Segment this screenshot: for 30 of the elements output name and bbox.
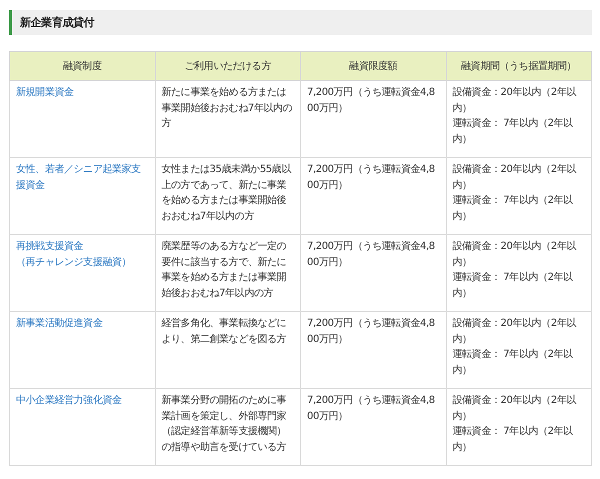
section-heading: 新企業育成貸付 [9,10,592,35]
term-text: 運転資金： 7年以内（2年以内） [452,116,574,146]
term-text: 設備資金：20年以内（2年以内） [452,86,578,116]
term-text: 設備資金：20年以内（2年以内） [452,394,578,424]
term-text: 運転資金： 7年以内（2年以内） [452,270,574,300]
program-link[interactable]: 中小企業経営力強化資金 [16,393,150,408]
program-link[interactable]: （再チャレンジ支援融資） [16,254,150,270]
column-header: 融資限度額 [300,52,446,80]
table-cell: 新たに事業を始める方または事業開始後おおむね7年以内の方 [155,80,300,158]
term-text: 設備資金：20年以内（2年以内） [452,316,578,346]
program-link[interactable]: 新事業活動促進資金 [16,316,150,332]
table-cell: 7,200万円（うち運転資金4,800万円） [300,158,446,234]
table-cell: 女性または35歳未満か55歳以上の方であって、新たに事業を始める方または事業開始後おおむね7年以内の方 [155,158,300,234]
table-cell: 7,200万円（うち運転資金4,800万円） [300,234,446,312]
table-cell: 廃業歴等のある方など一定の要件に該当する方で、新たに事業を始める方または事業開始後おおむね7年以内の方 [155,234,300,312]
term-text: 運転資金： 7年以内（2年以内） [452,194,574,224]
column-header: 融資期間（うち据置期間） [446,52,592,80]
program-link[interactable]: 新規開業資金 [16,85,150,100]
column-header: ご利用いただける方 [155,52,300,80]
term-text: 設備資金：20年以内（2年以内） [452,162,578,192]
column-header: 融資制度 [10,52,155,80]
term-text: 運転資金： 7年以内（2年以内） [452,424,574,454]
table-cell: 7,200万円（うち運転資金4,800万円） [300,312,446,388]
table-cell: 7,200万円（うち運転資金4,800万円） [300,388,446,466]
table-cell: 経営多角化、事業転換などにより、第二創業などを図る方 [155,312,300,388]
table-cell: 新事業分野の開拓のために事業計画を策定し、外部専門家（認定経営革新等支援機関）の指導や助言を受けている方 [155,388,300,466]
table-cell: 7,200万円（うち運転資金4,800万円） [300,80,446,158]
term-text: 運転資金： 7年以内（2年以内） [452,348,574,378]
term-text: 設備資金：20年以内（2年以内） [452,240,578,270]
program-link[interactable]: 再挑戦支援資金 [16,239,150,254]
